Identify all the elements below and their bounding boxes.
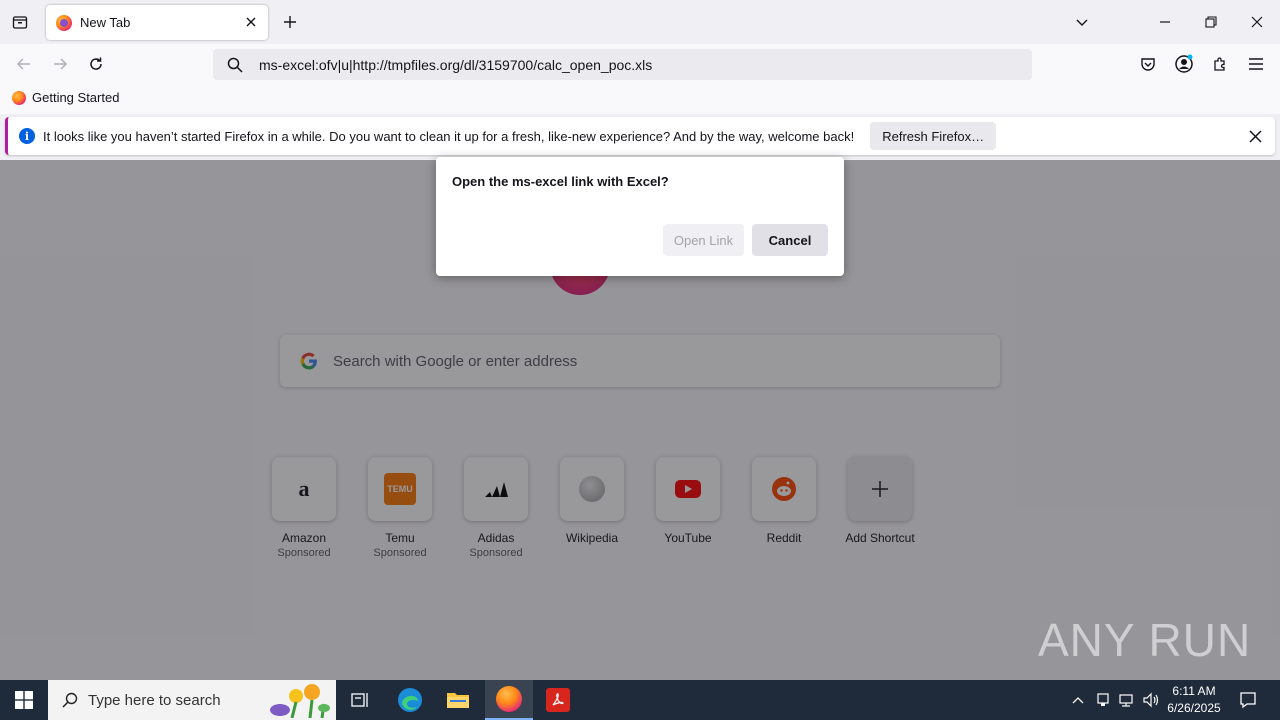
info-icon: i	[19, 128, 35, 144]
notification-message: It looks like you haven’t started Firefo…	[43, 128, 855, 144]
tab-new-tab[interactable]: New Tab	[46, 5, 268, 40]
bookmark-getting-started[interactable]: Getting Started	[12, 90, 119, 105]
open-link-dialog: Open the ms-excel link with Excel? Open …	[436, 157, 844, 276]
firefox-icon	[496, 686, 522, 712]
close-tab-button[interactable]	[242, 13, 260, 31]
taskbar: Type here to search 6:11 AM 6/26/2025	[0, 680, 1280, 720]
folder-icon	[447, 693, 469, 708]
firefox-icon	[56, 14, 72, 31]
back-button[interactable]	[12, 52, 36, 76]
pocket-icon	[1141, 58, 1155, 71]
navigation-toolbar: ms-excel:ofv|u|http://tmpfiles.org/dl/31…	[0, 44, 1280, 84]
file-explorer-button[interactable]	[434, 680, 482, 720]
acrobat-taskbar-button[interactable]	[534, 680, 582, 720]
network-button[interactable]	[1116, 680, 1138, 720]
close-icon	[246, 17, 256, 27]
firefox-view-button[interactable]	[8, 10, 32, 34]
reload-icon	[90, 57, 102, 70]
minimize-button[interactable]	[1153, 10, 1177, 34]
windows-icon	[15, 691, 33, 709]
taskbar-clock[interactable]: 6:11 AM 6/26/2025	[1160, 683, 1228, 717]
device-icon	[1097, 693, 1109, 706]
notification-icon	[1240, 692, 1256, 709]
show-hidden-icons-button[interactable]	[1068, 680, 1088, 720]
search-icon	[60, 692, 80, 708]
clock-date: 6/26/2025	[1167, 701, 1221, 715]
url-bar[interactable]: ms-excel:ofv|u|http://tmpfiles.org/dl/31…	[213, 49, 1032, 80]
tab-title: New Tab	[80, 15, 131, 30]
notification-bar: i It looks like you haven’t started Fire…	[5, 117, 1275, 155]
bookmarks-toolbar: Getting Started	[0, 84, 1280, 114]
account-button[interactable]	[1172, 52, 1196, 76]
taskbar-search-text: Type here to search	[88, 691, 221, 709]
clock-time: 6:11 AM	[1172, 684, 1216, 698]
puzzle-icon	[1214, 57, 1225, 71]
flowers-icon	[270, 684, 330, 718]
cancel-button[interactable]: Cancel	[752, 224, 828, 256]
arrow-left-icon	[16, 58, 30, 70]
menu-button[interactable]	[1244, 52, 1268, 76]
forward-button[interactable]	[48, 52, 72, 76]
task-view-icon	[351, 693, 368, 707]
arrow-right-icon	[54, 58, 68, 70]
minimize-icon	[1160, 21, 1170, 23]
bookmark-label: Getting Started	[32, 90, 120, 105]
task-view-button[interactable]	[336, 680, 384, 720]
url-text[interactable]: ms-excel:ofv|u|http://tmpfiles.org/dl/31…	[259, 57, 652, 73]
list-all-tabs-button[interactable]	[1070, 10, 1094, 34]
chevron-down-icon	[1076, 19, 1088, 26]
hamburger-icon	[1249, 58, 1263, 70]
open-link-button[interactable]: Open Link	[663, 224, 744, 256]
close-window-button[interactable]	[1245, 10, 1269, 34]
edge-icon	[398, 688, 422, 712]
pocket-button[interactable]	[1136, 52, 1160, 76]
extensions-button[interactable]	[1208, 52, 1232, 76]
close-notification-button[interactable]	[1245, 126, 1265, 146]
chevron-up-icon	[1072, 697, 1084, 704]
start-button[interactable]	[0, 680, 48, 720]
reload-button[interactable]	[84, 52, 108, 76]
network-icon	[1119, 694, 1133, 707]
search-icon	[225, 57, 245, 73]
firefox-taskbar-button[interactable]	[485, 680, 533, 720]
firefox-view-icon	[12, 16, 28, 29]
refresh-firefox-button[interactable]: Refresh Firefox…	[870, 122, 997, 150]
plus-icon	[284, 16, 296, 28]
tray-device-button[interactable]	[1092, 680, 1114, 720]
close-icon	[1248, 129, 1262, 143]
new-tab-button[interactable]	[280, 12, 300, 32]
volume-button[interactable]	[1140, 680, 1162, 720]
pdf-icon	[546, 688, 570, 712]
anyrun-watermark: ANY RUN	[1038, 614, 1252, 666]
taskbar-search[interactable]: Type here to search	[48, 680, 336, 720]
notifications-button[interactable]	[1234, 680, 1262, 720]
speaker-icon	[1143, 692, 1159, 708]
restore-icon	[1205, 16, 1217, 28]
account-icon	[1175, 54, 1193, 73]
edge-taskbar-button[interactable]	[386, 680, 434, 720]
close-icon	[1251, 16, 1263, 28]
tab-strip: New Tab	[0, 0, 1280, 44]
firefox-icon	[12, 90, 26, 105]
restore-button[interactable]	[1199, 10, 1223, 34]
dialog-question: Open the ms-excel link with Excel?	[452, 174, 669, 189]
